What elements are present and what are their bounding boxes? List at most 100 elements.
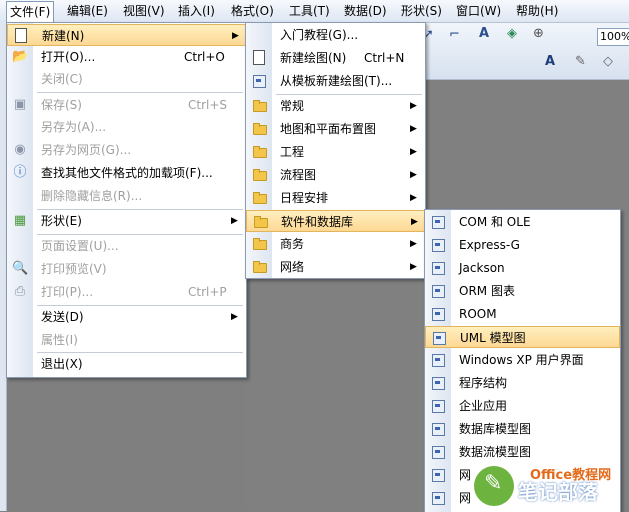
file-menu-page-setup: 页面设置(U)... xyxy=(41,239,119,253)
shapes-icon: ▦ xyxy=(13,213,27,228)
template-com-ole[interactable]: COM 和 OLE xyxy=(425,211,620,233)
new-menu-from-template[interactable]: 从模板新建绘图(T)... xyxy=(246,70,425,92)
template-icon xyxy=(430,260,446,276)
template-orm[interactable]: ORM 图表 xyxy=(425,280,620,302)
watermark: Office教程网 笔记部落 www.notetribe.com xyxy=(470,462,629,511)
menu-bar: 文件(F) 编辑(E) 视图(V) 插入(I) 格式(O) 工具(T) 数据(D… xyxy=(0,0,629,23)
file-menu-properties: 属性(I) xyxy=(41,333,78,347)
file-menu-print-preview: 🔍 打印预览(V) xyxy=(12,261,107,276)
toolbar: ➚ ⌐ A ◈ ⊕ 100% A ✎ ◇ xyxy=(415,23,629,80)
template-icon xyxy=(430,444,446,460)
template-program-structure[interactable]: 程序结构 xyxy=(425,372,620,394)
template-jackson[interactable]: Jackson xyxy=(425,257,620,279)
file-menu-open[interactable]: 📂 打开(O)... Ctrl+O xyxy=(7,46,246,68)
file-menu-close: 关闭(C) xyxy=(41,72,83,86)
template-icon xyxy=(430,421,446,437)
template-icon xyxy=(430,375,446,391)
template-icon xyxy=(430,237,446,253)
fill-tool-icon[interactable]: ◈ xyxy=(507,26,517,41)
template-room[interactable]: ROOM xyxy=(425,303,620,325)
new-menu-new-drawing[interactable]: 新建绘图(N) Ctrl+N xyxy=(246,47,425,69)
folder-icon xyxy=(251,190,267,206)
connector-tool-icon[interactable]: ⌐ xyxy=(449,27,460,42)
submenu-arrow-icon: ▶ xyxy=(411,217,418,227)
template-icon xyxy=(430,352,446,368)
folder-icon xyxy=(251,144,267,160)
new-menu-general[interactable]: 常规 ▶ xyxy=(246,95,425,117)
file-menu-send[interactable]: 发送(D) ▶ xyxy=(7,306,246,328)
menu-help[interactable]: 帮助(H) xyxy=(513,2,561,20)
template-windows-xp-ui[interactable]: Windows XP 用户界面 xyxy=(425,349,620,371)
template-icon xyxy=(430,467,446,483)
new-menu-business[interactable]: 商务 ▶ xyxy=(246,233,425,255)
menu-file[interactable]: 文件(F) xyxy=(6,1,55,23)
submenu-arrow-icon: ▶ xyxy=(410,193,417,203)
folder-icon xyxy=(251,259,267,275)
open-folder-icon: 📂 xyxy=(12,49,29,64)
template-data-flow-model[interactable]: 数据流模型图 xyxy=(425,441,620,463)
template-icon xyxy=(430,214,446,230)
new-drawing-icon xyxy=(251,50,267,66)
template-icon xyxy=(251,73,267,89)
file-menu-find-addins[interactable]: ⓘ 查找其他文件格式的加载项(F)... xyxy=(7,162,246,184)
font-color-icon[interactable]: A xyxy=(545,54,555,69)
submenu-arrow-icon: ▶ xyxy=(410,262,417,272)
folder-icon xyxy=(251,121,267,137)
menu-format[interactable]: 格式(O) xyxy=(228,2,277,20)
file-menu-new[interactable]: 新建(N) ▶ xyxy=(7,24,246,46)
line-color-icon[interactable]: ✎ xyxy=(575,54,586,69)
file-menu-save: ▣ 保存(S) Ctrl+S xyxy=(13,97,228,112)
text-tool-icon[interactable]: A xyxy=(479,26,489,41)
new-menu-software-database[interactable]: 软件和数据库 ▶ xyxy=(246,210,425,232)
new-menu-flowchart[interactable]: 流程图 ▶ xyxy=(246,164,425,186)
template-icon xyxy=(430,283,446,299)
template-icon xyxy=(430,398,446,414)
pen-logo-icon xyxy=(474,466,514,506)
template-icon xyxy=(430,490,446,506)
file-menu-exit[interactable]: 退出(X) xyxy=(7,353,246,375)
folder-icon xyxy=(251,98,267,114)
file-menu: 新建(N) ▶ 📂 打开(O)... Ctrl+O 关闭(C) ▣ 保存(S) … xyxy=(6,22,247,378)
new-menu-schedule[interactable]: 日程安排 ▶ xyxy=(246,187,425,209)
zoom-field[interactable]: 100% xyxy=(597,28,629,46)
menu-view[interactable]: 视图(V) xyxy=(120,2,168,20)
new-menu-network[interactable]: 网络 ▶ xyxy=(246,256,425,278)
template-express-g[interactable]: Express-G xyxy=(425,234,620,256)
submenu-arrow-icon: ▶ xyxy=(231,312,238,322)
submenu-arrow-icon: ▶ xyxy=(232,31,239,41)
info-icon: ⓘ xyxy=(13,165,27,180)
template-enterprise-app[interactable]: 企业应用 xyxy=(425,395,620,417)
file-menu-save-as: 另存为(A)... xyxy=(41,120,107,134)
menu-insert[interactable]: 插入(I) xyxy=(175,2,218,20)
submenu-arrow-icon: ▶ xyxy=(410,101,417,111)
folder-icon xyxy=(251,236,267,252)
file-menu-save-as-web: ◉ 另存为网页(G)... xyxy=(7,139,246,161)
new-submenu: 入门教程(G)... 新建绘图(N) Ctrl+N 从模板新建绘图(T)... … xyxy=(245,22,426,279)
fill-color-icon[interactable]: ◇ xyxy=(603,54,613,69)
menu-tools[interactable]: 工具(T) xyxy=(286,2,333,20)
zoom-icon[interactable]: ⊕ xyxy=(533,26,544,41)
file-menu-remove-hidden: 删除隐藏信息(R)... xyxy=(41,189,143,203)
new-document-icon xyxy=(13,28,29,44)
print-preview-icon: 🔍 xyxy=(12,261,29,276)
file-menu-print: ⎙ 打印(P)... Ctrl+P xyxy=(7,281,246,303)
menu-window[interactable]: 窗口(W) xyxy=(453,2,504,20)
submenu-arrow-icon: ▶ xyxy=(410,170,417,180)
template-icon xyxy=(431,330,447,346)
menu-data[interactable]: 数据(D) xyxy=(341,2,390,20)
template-icon xyxy=(430,306,446,322)
web-page-icon: ◉ xyxy=(14,142,26,157)
save-icon: ▣ xyxy=(13,97,27,112)
new-menu-getting-started[interactable]: 入门教程(G)... xyxy=(246,24,425,46)
new-menu-maps[interactable]: 地图和平面布置图 ▶ xyxy=(246,118,425,140)
new-menu-engineering[interactable]: 工程 ▶ xyxy=(246,141,425,163)
file-menu-shapes[interactable]: ▦ 形状(E) ▶ xyxy=(7,210,246,232)
menu-edit[interactable]: 编辑(E) xyxy=(64,2,111,20)
submenu-arrow-icon: ▶ xyxy=(410,124,417,134)
template-database-model[interactable]: 数据库模型图 xyxy=(425,418,620,440)
submenu-arrow-icon: ▶ xyxy=(410,239,417,249)
folder-icon xyxy=(252,214,268,230)
menu-shape[interactable]: 形状(S) xyxy=(398,2,445,20)
printer-icon: ⎙ xyxy=(14,284,26,299)
template-uml[interactable]: UML 模型图 xyxy=(425,326,620,348)
